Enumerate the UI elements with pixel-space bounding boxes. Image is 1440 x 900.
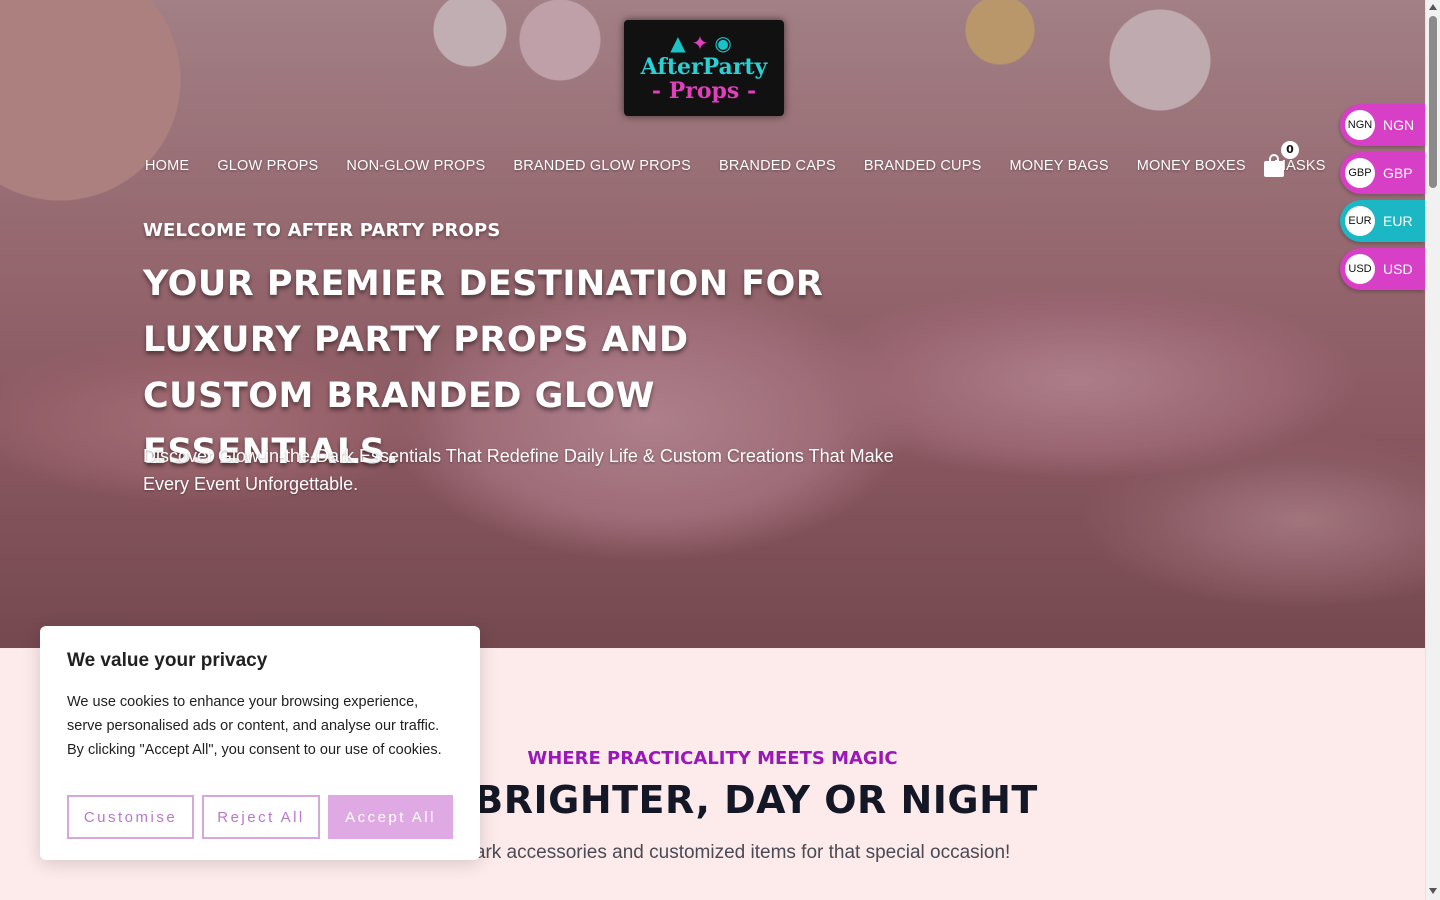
nav-glow-props[interactable]: GLOW PROPS: [217, 158, 318, 174]
currency-label: NGN: [1383, 117, 1415, 133]
customise-button[interactable]: Customise: [67, 795, 194, 839]
cookie-title: We value your privacy: [67, 650, 268, 671]
nav-branded-cups[interactable]: BRANDED CUPS: [864, 158, 982, 174]
scroll-down-icon[interactable]: [1429, 888, 1437, 894]
currency-badge: NGN: [1345, 110, 1375, 140]
cookie-buttons: Customise Reject All Accept All: [67, 795, 453, 839]
scrollbar-thumb[interactable]: [1429, 16, 1437, 188]
currency-eur[interactable]: EUR EUR: [1340, 200, 1425, 242]
currency-label: USD: [1383, 261, 1413, 277]
currency-usd[interactable]: USD USD: [1340, 248, 1425, 290]
logo-text-line1: AfterParty: [640, 54, 768, 80]
currency-badge: EUR: [1345, 206, 1375, 236]
nav-branded-caps[interactable]: BRANDED CAPS: [719, 158, 836, 174]
accept-all-button[interactable]: Accept All: [328, 795, 453, 839]
nav-home[interactable]: HOME: [145, 158, 189, 174]
nav-branded-glow-props[interactable]: BRANDED GLOW PROPS: [513, 158, 691, 174]
currency-badge: USD: [1345, 254, 1375, 284]
currency-switcher: NGN NGN GBP GBP EUR EUR USD USD: [1340, 104, 1425, 296]
nav-money-bags[interactable]: MONEY BAGS: [1009, 158, 1108, 174]
nav-money-boxes[interactable]: MONEY BOXES: [1137, 158, 1246, 174]
scroll-up-icon[interactable]: [1429, 4, 1437, 10]
site-logo[interactable]: ▲✦◉ AfterParty - Props -: [624, 20, 784, 116]
currency-label: EUR: [1383, 213, 1413, 229]
hero-subtext: Discover Glow-in-the-Dark Essentials Tha…: [143, 446, 894, 494]
cookie-consent-banner: We value your privacy We use cookies to …: [40, 626, 480, 860]
logo-text-line2: - Props -: [651, 78, 757, 104]
currency-label: GBP: [1383, 165, 1413, 181]
currency-ngn[interactable]: NGN NGN: [1340, 104, 1425, 146]
nav-non-glow-props[interactable]: NON-GLOW PROPS: [346, 158, 485, 174]
hero-banner: ▲✦◉ AfterParty - Props - HOME GLOW PROPS…: [0, 0, 1425, 648]
currency-badge: GBP: [1345, 158, 1375, 188]
page-scrollbar[interactable]: [1425, 0, 1440, 900]
currency-gbp[interactable]: GBP GBP: [1340, 152, 1425, 194]
cookie-body: We use cookies to enhance your browsing …: [67, 694, 442, 758]
hero-welcome: WELCOME TO AFTER PARTY PROPS: [143, 220, 501, 241]
party-icons: ▲✦◉: [670, 31, 738, 55]
cart-count-badge: 0: [1281, 141, 1299, 159]
main-nav: HOME GLOW PROPS NON-GLOW PROPS BRANDED G…: [145, 158, 1354, 174]
reject-all-button[interactable]: Reject All: [202, 795, 320, 839]
